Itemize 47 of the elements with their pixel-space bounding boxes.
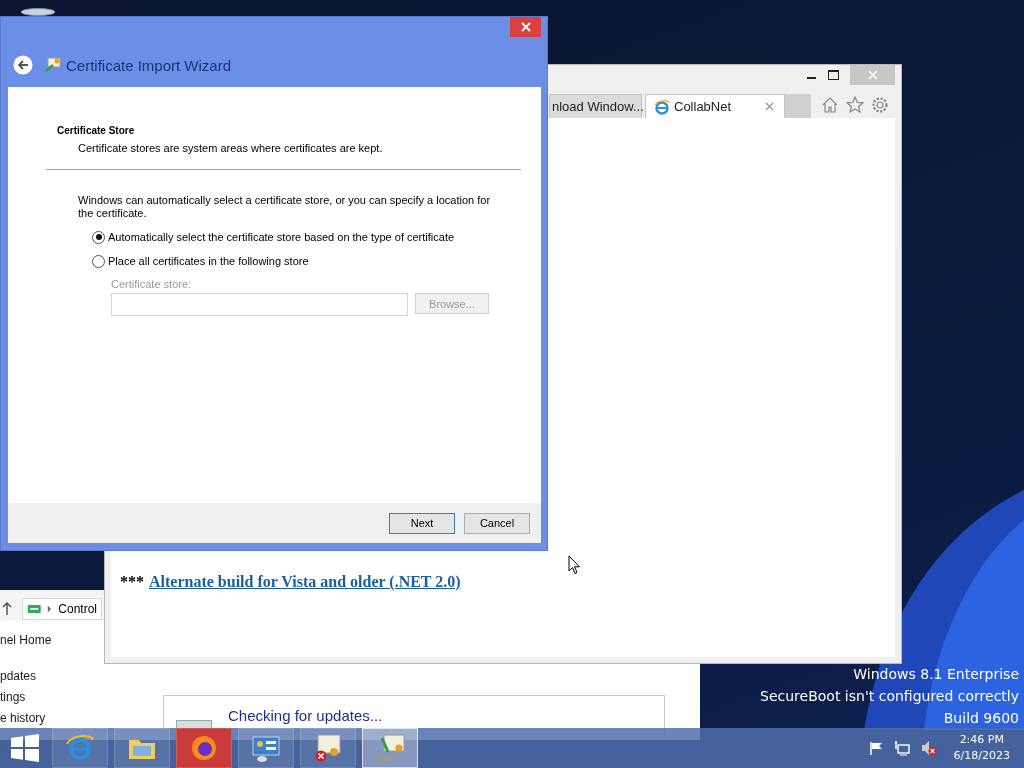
sidebar-link[interactable]: e history [0, 711, 100, 725]
recycle-bin-icon [20, 8, 56, 16]
flag-icon[interactable] [868, 741, 883, 755]
window-title: Certificate Import Wizard [66, 56, 232, 74]
browser-tab[interactable]: CollabNet [645, 94, 785, 118]
taskbar-button[interactable] [176, 728, 232, 768]
network-icon[interactable] [893, 740, 910, 756]
chevron-icon [47, 605, 53, 613]
start-button[interactable] [10, 733, 40, 763]
taskbar-button[interactable] [238, 728, 294, 768]
radio-option[interactable]: Automatically select the certificate store based on the type of certificate [92, 230, 541, 244]
home-icon[interactable] [821, 95, 839, 113]
settings-icon[interactable] [871, 95, 889, 114]
update-status-text: Checking for updates... [228, 707, 383, 724]
sidebar-link[interactable]: nel Home [0, 633, 100, 669]
watermark-text: Build 9600 [943, 709, 1019, 728]
watermark-text: Windows 8.1 Enterprise [853, 665, 1019, 684]
bullet-text: *** [120, 573, 144, 591]
certificate-icon [45, 57, 61, 73]
taskbar-button[interactable] [114, 728, 170, 768]
close-icon [520, 22, 531, 32]
watermark-text: SecureBoot isn't configured correctly [760, 687, 1019, 706]
sidebar-link[interactable]: tings [0, 690, 100, 711]
browser-logo-icon [654, 98, 670, 115]
address-bar[interactable]: Control [22, 598, 102, 620]
sidebar-link[interactable]: pdates [0, 669, 100, 690]
speaker-muted-icon[interactable] [920, 740, 937, 756]
field-label: Certificate store: [111, 278, 193, 290]
star-icon[interactable] [846, 95, 864, 113]
up-arrow-icon [2, 602, 12, 616]
mouse-cursor-icon [568, 555, 581, 575]
clock[interactable]: 2:46 PM 6/18/2023 [953, 732, 1010, 764]
section-heading: Certificate Store [57, 125, 136, 136]
close-icon[interactable] [765, 102, 774, 111]
section-description: Certificate stores are system areas where certificates are kept. [78, 142, 384, 154]
radio-option[interactable]: Place all certificates in the following store [92, 254, 541, 268]
next-button[interactable]: Next [389, 512, 455, 534]
taskbar-button[interactable] [52, 728, 108, 768]
taskbar-button[interactable] [300, 728, 356, 768]
download-link[interactable]: Alternate build for Vista and older (.NET 2.0) [149, 573, 461, 591]
taskbar-button[interactable] [362, 728, 418, 768]
cancel-button[interactable]: Cancel [464, 512, 530, 534]
close-button[interactable] [510, 17, 541, 37]
browser-tab[interactable]: nload Window... [549, 94, 642, 118]
close-icon [867, 70, 878, 80]
breadcrumb-text[interactable]: Control [58, 602, 97, 616]
instruction-text: Windows can automatically select a certificate store, or you can specify a location for the certificate. [78, 194, 492, 220]
